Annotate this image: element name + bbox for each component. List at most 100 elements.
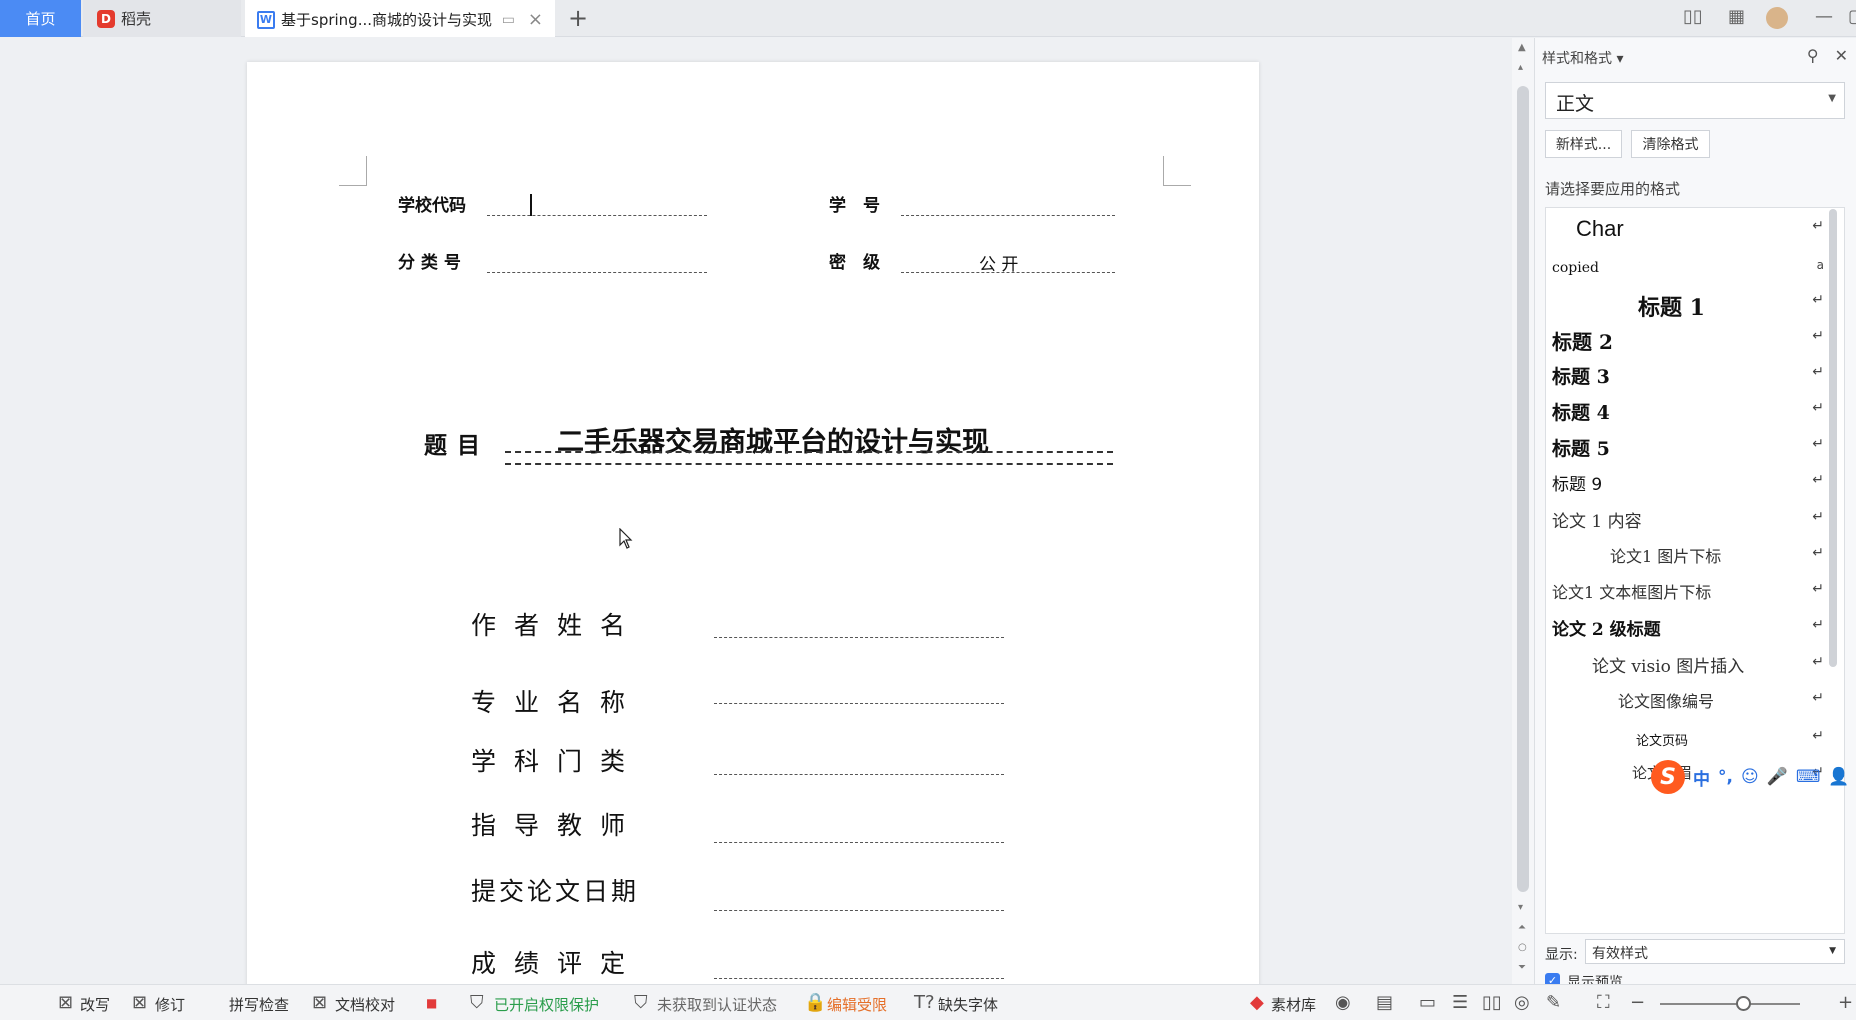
scroll-up-arrow-icon[interactable]: ▴ [1518, 62, 1523, 73]
current-style-select[interactable]: 正文 ▼ [1545, 82, 1845, 119]
style-item-heading-3[interactable]: 标题 3 ↵ [1546, 358, 1836, 394]
document-page[interactable]: 学校代码 学 号 分 类 号 密 级 公 开 题目 二手乐器交易商城平台的设计与… [247, 62, 1259, 984]
tab-daoke[interactable]: D 稻壳 [83, 0, 241, 37]
zoom-slider-knob[interactable] [1736, 996, 1751, 1011]
style-item-thesis-figure-number[interactable]: 论文图像编号 ↵ [1546, 684, 1836, 720]
ime-punctuation-icon[interactable]: °, [1718, 767, 1733, 787]
style-item-heading-4[interactable]: 标题 4 ↵ [1546, 394, 1836, 430]
select-browse-icon[interactable]: ○ [1518, 942, 1527, 953]
page-view-icon[interactable]: ▭ [1419, 992, 1436, 1013]
title-underline-2 [505, 463, 1113, 465]
document-scrollbar[interactable]: ▲ ▴ ▾ ⏶ ○ ⏷ [1512, 38, 1534, 984]
proofread-button[interactable]: 文档校对 [335, 994, 395, 1015]
style-item-heading-2[interactable]: 标题 2 ↵ [1546, 322, 1836, 358]
grid-apps-icon[interactable]: ▦ [1728, 6, 1745, 27]
style-item-label: 标题 4 [1552, 402, 1610, 424]
fit-page-icon[interactable]: ⛶ [1597, 992, 1610, 1013]
status-bar: ⊠ 改写 ⊠ 修订 拼写检查 ⊠ 文档校对 ■ ⛉ 已开启权限保护 ⛉ 未获取到… [0, 984, 1856, 1020]
scroll-up-icon[interactable]: ▲ [1518, 42, 1526, 53]
grade-field[interactable] [714, 978, 1004, 979]
style-list-scrollbar[interactable] [1829, 209, 1837, 667]
revise-toggle[interactable]: 修订 [155, 994, 185, 1015]
scrollbar-thumb[interactable] [1517, 86, 1529, 892]
reading-layout-icon[interactable]: ▯▯ [1683, 6, 1703, 27]
style-item-label: 论文图像编号 [1618, 692, 1715, 711]
major-field[interactable] [714, 703, 1004, 704]
tab-home-label: 首页 [25, 10, 56, 28]
outline-icon[interactable]: ▤ [1376, 992, 1393, 1013]
school-code-field[interactable] [487, 192, 707, 216]
material-library-button[interactable]: 素材库 [1271, 994, 1316, 1015]
edit-limited-status[interactable]: 编辑受限 [827, 994, 887, 1015]
discipline-field[interactable] [714, 774, 1004, 775]
style-item-label: 论文 2 级标题 [1552, 620, 1661, 640]
tab-document[interactable]: W 基于spring...商城的设计与实现 ▭ × [245, 0, 555, 37]
author-field[interactable] [714, 637, 1004, 638]
permission-status[interactable]: 已开启权限保护 [494, 994, 599, 1015]
ime-chinese-mode[interactable]: 中 [1693, 765, 1710, 790]
title-label: 题目 [424, 432, 490, 459]
spellcheck-button[interactable]: 拼写检查 [229, 994, 289, 1015]
missing-font-icon: T? [914, 992, 935, 1013]
style-item-thesis-1-caption[interactable]: 论文1 图片下标 ↵ [1546, 539, 1836, 575]
style-item-thesis-2-heading[interactable]: 论文 2 级标题 ↵ [1546, 611, 1836, 647]
minimize-icon[interactable]: — [1815, 6, 1833, 27]
restore-icon[interactable]: ▢ [1848, 6, 1856, 27]
auth-status[interactable]: 未获取到认证状态 [657, 994, 777, 1015]
reading-view-icon[interactable]: ▯▯ [1482, 992, 1502, 1013]
zoom-in-icon[interactable]: + [1838, 992, 1853, 1013]
revise-icon: ⊠ [132, 992, 148, 1013]
pin-tab-icon[interactable]: ▭ [502, 12, 515, 28]
style-item-label: 标题 1 [1638, 295, 1705, 321]
list-view-icon[interactable]: ☰ [1452, 992, 1468, 1013]
rewrite-toggle[interactable]: 改写 [80, 994, 110, 1015]
style-item-thesis-1-content[interactable]: 论文 1 内容 ↵ [1546, 503, 1836, 539]
pin-panel-icon[interactable]: ⚲ [1807, 46, 1819, 65]
panel-title[interactable]: 样式和格式 ▾ [1542, 48, 1623, 68]
ime-emoji-icon[interactable]: ☺ [1741, 767, 1759, 787]
zoom-slider[interactable] [1660, 1003, 1800, 1005]
return-icon: ↵ [1812, 218, 1824, 234]
style-item-thesis-page-number[interactable]: 论文页码 ↵ [1546, 722, 1836, 758]
next-page-icon[interactable]: ⏷ [1518, 962, 1526, 973]
style-item-label: 论文页码 [1636, 734, 1689, 749]
advisor-field[interactable] [714, 842, 1004, 843]
show-filter-select[interactable]: 有效样式 ▼ [1585, 939, 1845, 964]
zoom-out-icon[interactable]: − [1630, 992, 1645, 1013]
style-item-heading-9[interactable]: 标题 9 ↵ [1546, 466, 1836, 502]
avatar[interactable] [1766, 7, 1788, 29]
style-item-char[interactable]: Char ↵ [1546, 212, 1836, 248]
style-item-label: copied [1552, 260, 1599, 276]
writer-doc-icon: W [257, 10, 275, 29]
category-field[interactable] [487, 249, 707, 273]
missing-font-button[interactable]: 缺失字体 [938, 994, 998, 1015]
new-style-button[interactable]: 新样式... [1545, 130, 1622, 158]
web-view-icon[interactable]: ◎ [1514, 992, 1530, 1013]
ime-user-icon[interactable]: 👤 [1828, 767, 1849, 787]
style-item-heading-1[interactable]: 标题 1 ↵ [1546, 286, 1836, 322]
pen-icon[interactable]: ✎ [1546, 992, 1561, 1013]
ime-keyboard-icon[interactable]: ⌨ [1796, 767, 1821, 787]
ime-voice-icon[interactable]: 🎤 [1767, 767, 1788, 787]
sogou-logo-icon[interactable]: S [1651, 760, 1685, 794]
return-icon: ↵ [1812, 690, 1824, 706]
scroll-down-arrow-icon[interactable]: ▾ [1518, 902, 1523, 913]
style-item-heading-5[interactable]: 标题 5 ↵ [1546, 430, 1836, 466]
new-tab-button[interactable]: + [568, 4, 588, 32]
close-panel-icon[interactable]: ✕ [1835, 46, 1848, 65]
submit-date-label: 提交论文日期 [471, 877, 640, 906]
tab-home[interactable]: 首页 [0, 0, 81, 37]
style-item-thesis-1-textbox-caption[interactable]: 论文1 文本框图片下标 ↵ [1546, 575, 1836, 611]
prev-page-icon[interactable]: ⏶ [1518, 922, 1526, 933]
clear-format-button[interactable]: 清除格式 [1631, 130, 1710, 158]
return-icon: ↵ [1812, 292, 1824, 308]
close-tab-icon[interactable]: × [528, 9, 543, 30]
eye-protection-icon[interactable]: ◉ [1335, 992, 1351, 1013]
style-item-thesis-visio[interactable]: 论文 visio 图片插入 ↵ [1546, 648, 1836, 684]
student-id-field[interactable] [901, 192, 1115, 216]
major-label: 专业名称 [471, 688, 644, 717]
submit-date-field[interactable] [714, 910, 1004, 911]
rewrite-icon: ⊠ [58, 992, 74, 1013]
record-icon[interactable]: ■ [426, 996, 437, 1010]
style-item-copied[interactable]: copied a [1546, 252, 1836, 288]
